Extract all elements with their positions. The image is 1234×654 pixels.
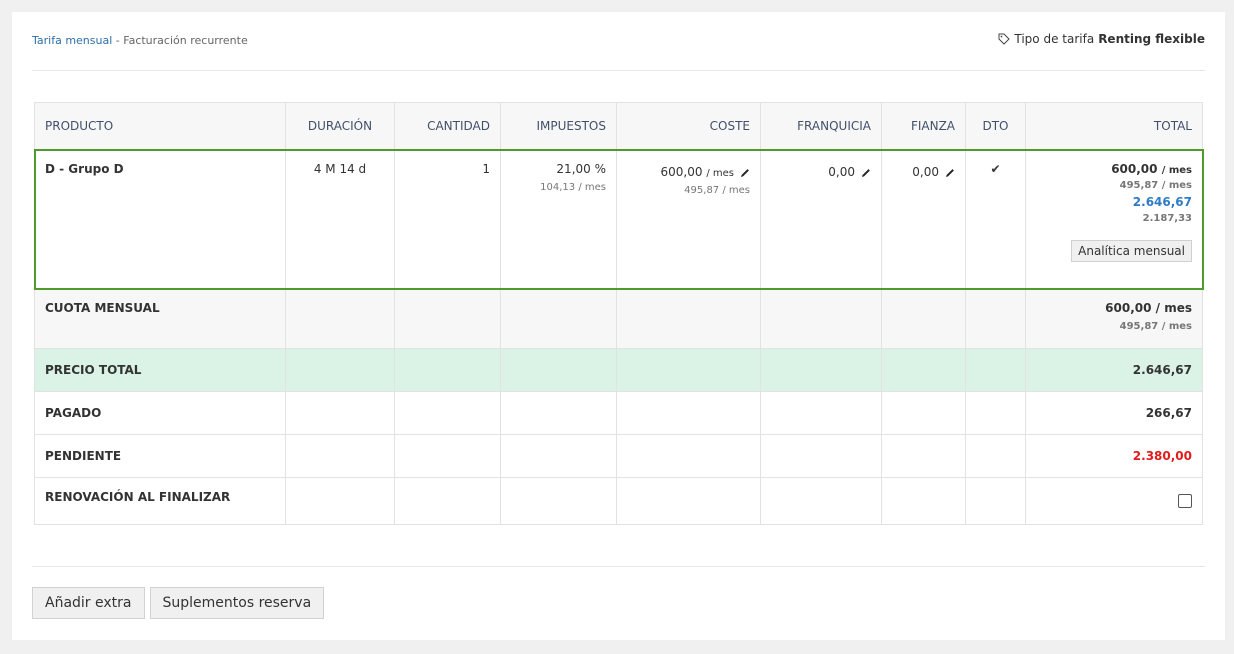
edit-cost-icon[interactable] <box>740 168 750 178</box>
breadcrumb-current: Facturación recurrente <box>123 34 248 47</box>
renovacion-checkbox[interactable] <box>1178 494 1192 508</box>
pendiente-value: 2.380,00 <box>1025 434 1203 478</box>
product-duration: 4 M 14 d <box>285 149 395 289</box>
tariff-label: Tipo de tarifa <box>1014 32 1095 46</box>
cost-unit: / mes <box>706 168 734 179</box>
cuota-label: CUOTA MENSUAL <box>34 288 286 349</box>
col-coste: COSTE <box>616 102 761 150</box>
cuota-value: 600,00 / mes <box>1105 301 1192 315</box>
cuota-row: CUOTA MENSUAL 600,00 / mes 495,87 / mes <box>34 288 1203 349</box>
total-month: 600,00 <box>1111 162 1158 176</box>
franquicia-value: 0,00 <box>828 165 855 179</box>
precio-row: PRECIO TOTAL 2.646,67 <box>34 348 1203 392</box>
billing-table: PRODUCTO DURACIÓN CANTIDAD IMPUESTOS COS… <box>33 102 1204 525</box>
product-franquicia: 0,00 <box>760 149 882 289</box>
cost-value: 600,00 <box>660 165 703 179</box>
pagado-value: 266,67 <box>1025 391 1203 435</box>
product-cost: 600,00 / mes 495,87 / mes <box>616 149 761 289</box>
product-dto: ✔ <box>965 149 1026 289</box>
total-net: 2.187,33 <box>1142 213 1192 224</box>
col-producto: PRODUCTO <box>34 102 286 150</box>
header-bar: Tarifa mensual - Facturación recurrente … <box>32 32 1205 71</box>
total-month-unit: / mes <box>1161 165 1192 176</box>
fianza-value: 0,00 <box>912 165 939 179</box>
tag-icon <box>998 33 1011 45</box>
product-row: D - Grupo D 4 M 14 d 1 21,00 % 104,13 / … <box>33 148 1204 290</box>
tax-amount: 104,13 / mes <box>540 182 606 193</box>
product-fianza: 0,00 <box>881 149 966 289</box>
billing-card: Tarifa mensual - Facturación recurrente … <box>12 12 1225 640</box>
pendiente-label: PENDIENTE <box>34 434 286 478</box>
cuota-net: 495,87 / mes <box>1119 321 1192 332</box>
tariff-value: Renting flexible <box>1098 32 1205 46</box>
product-total: 600,00 / mes 495,87 / mes 2.646,67 2.187… <box>1025 149 1203 289</box>
divider <box>32 566 1205 567</box>
precio-label: PRECIO TOTAL <box>34 348 286 392</box>
col-fianza: FIANZA <box>881 102 966 150</box>
supplements-button[interactable]: Suplementos reserva <box>149 587 325 619</box>
table-header: PRODUCTO DURACIÓN CANTIDAD IMPUESTOS COS… <box>34 102 1203 150</box>
renovacion-label: RENOVACIÓN AL FINALIZAR <box>34 477 286 525</box>
total-month-net: 495,87 / mes <box>1119 180 1192 191</box>
add-extra-button[interactable]: Añadir extra <box>32 587 145 619</box>
breadcrumb: Tarifa mensual - Facturación recurrente <box>32 34 248 47</box>
check-icon: ✔ <box>990 162 1001 176</box>
analytics-button[interactable]: Analítica mensual <box>1071 240 1192 262</box>
breadcrumb-separator: - <box>112 34 124 47</box>
actions: Añadir extra Suplementos reserva <box>32 587 325 619</box>
product-quantity: 1 <box>394 149 501 289</box>
product-tax: 21,00 % 104,13 / mes <box>500 149 617 289</box>
col-cantidad: CANTIDAD <box>394 102 501 150</box>
edit-fianza-icon[interactable] <box>945 168 955 178</box>
tax-percent: 21,00 % <box>556 162 606 176</box>
col-dto: DTO <box>965 102 1026 150</box>
pendiente-row: PENDIENTE 2.380,00 <box>34 434 1203 478</box>
precio-value: 2.646,67 <box>1025 348 1203 392</box>
tariff-type: Tipo de tarifa Renting flexible <box>998 32 1205 46</box>
total-value: 2.646,67 <box>1132 195 1192 209</box>
col-impuestos: IMPUESTOS <box>500 102 617 150</box>
renovacion-row: RENOVACIÓN AL FINALIZAR <box>34 477 1203 525</box>
cuota-total: 600,00 / mes 495,87 / mes <box>1025 288 1203 349</box>
edit-franquicia-icon[interactable] <box>861 168 871 178</box>
col-total: TOTAL <box>1025 102 1203 150</box>
pagado-row: PAGADO 266,67 <box>34 391 1203 435</box>
col-duracion: DURACIÓN <box>285 102 395 150</box>
pagado-label: PAGADO <box>34 391 286 435</box>
cost-net: 495,87 / mes <box>684 185 750 196</box>
breadcrumb-link[interactable]: Tarifa mensual <box>32 34 112 47</box>
product-name: D - Grupo D <box>34 149 286 289</box>
col-franquicia: FRANQUICIA <box>760 102 882 150</box>
